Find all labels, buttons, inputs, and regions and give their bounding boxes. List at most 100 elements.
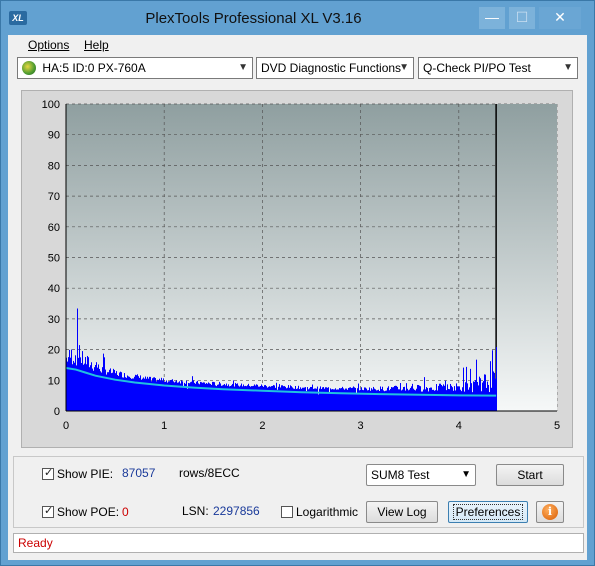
pi-bar <box>425 389 426 411</box>
pi-bar <box>163 378 164 411</box>
drive-select[interactable]: HA:5 ID:0 PX-760A ▼ <box>17 57 253 79</box>
close-button[interactable]: ✕ <box>539 7 581 29</box>
maximize-button[interactable]: ☐ <box>509 7 535 29</box>
pi-bar <box>147 376 148 411</box>
pi-bar <box>176 380 177 411</box>
pi-bar <box>72 364 73 411</box>
pi-bar <box>465 382 466 411</box>
y-tick-label: 0 <box>54 406 60 418</box>
show-poe-checkbox[interactable] <box>42 504 54 518</box>
pi-bar <box>329 393 330 411</box>
pi-bar <box>197 380 198 411</box>
pi-bar <box>453 390 454 411</box>
pi-bar <box>455 390 456 411</box>
pi-bar <box>374 388 375 411</box>
preferences-button[interactable]: Preferences <box>448 501 528 523</box>
pi-bar <box>375 389 376 411</box>
pi-bar <box>444 385 445 411</box>
pi-bar <box>228 384 229 411</box>
pi-bar <box>272 385 273 411</box>
pi-bar <box>99 368 100 411</box>
pi-bar <box>366 388 367 411</box>
pi-bar <box>141 379 142 411</box>
pi-bar <box>457 386 458 411</box>
pi-error-chart: 0 10 20 30 40 50 60 70 80 90 100 0 1 2 3 4 5 <box>42 99 560 432</box>
pi-bar <box>330 388 331 411</box>
start-button[interactable]: Start <box>496 464 564 486</box>
pi-bar <box>79 345 80 411</box>
function-select[interactable]: DVD Diagnostic Functions ▼ <box>256 57 414 79</box>
pi-bar <box>241 383 242 411</box>
pi-bar <box>485 374 486 411</box>
pi-bar <box>220 383 221 411</box>
pi-bar <box>450 383 451 411</box>
pi-bar <box>237 383 238 411</box>
logarithmic-checkbox[interactable] <box>281 506 293 518</box>
app-window: XL PlexTools Professional XL V3.16 — ☐ ✕… <box>0 0 595 566</box>
pi-bar <box>354 387 355 411</box>
pi-bar <box>325 387 326 411</box>
pi-bar <box>365 387 366 411</box>
pi-bar <box>486 387 487 411</box>
pi-bar <box>322 387 323 411</box>
pi-bar <box>418 385 419 411</box>
pi-bar <box>371 388 372 411</box>
pi-bar <box>406 383 407 411</box>
pi-bar <box>442 386 443 411</box>
view-log-button[interactable]: View Log <box>366 501 438 523</box>
pi-bar <box>305 387 306 411</box>
pi-bar <box>382 386 383 411</box>
show-pie-checkbox[interactable] <box>42 466 54 480</box>
pi-bar <box>191 381 192 411</box>
y-tick-label: 40 <box>48 283 60 295</box>
pi-bar <box>243 384 244 411</box>
pi-bar <box>80 357 81 411</box>
pi-bar <box>438 385 439 411</box>
pi-bar <box>204 382 205 411</box>
pi-bar <box>300 387 301 411</box>
pi-bar <box>402 389 403 411</box>
pi-bar <box>103 353 104 411</box>
pi-bar <box>417 384 418 411</box>
pi-bar <box>440 383 441 411</box>
pi-bar <box>69 349 70 411</box>
pi-bar <box>291 386 292 411</box>
pi-bar <box>125 377 126 411</box>
pi-bar <box>447 384 448 411</box>
pi-bar <box>182 381 183 411</box>
pi-bar <box>467 383 468 411</box>
pi-bar <box>411 386 412 411</box>
pi-bar <box>261 384 262 411</box>
pi-bar <box>283 386 284 411</box>
minimize-button[interactable]: — <box>479 7 505 29</box>
pi-bar <box>490 361 491 411</box>
pi-bar <box>420 386 421 411</box>
pi-bar <box>434 390 435 411</box>
pi-bar <box>224 383 225 411</box>
pi-bar <box>183 387 184 411</box>
pi-bar <box>235 382 236 411</box>
info-button[interactable]: i <box>536 501 564 523</box>
menu-help[interactable]: Help <box>84 38 109 52</box>
pi-bar <box>208 382 209 411</box>
pi-bar <box>381 389 382 411</box>
pi-bar <box>281 385 282 411</box>
pi-bar <box>126 377 127 411</box>
pi-bar <box>396 385 397 411</box>
pi-bar <box>353 386 354 411</box>
pi-bar <box>75 355 76 411</box>
pi-bar <box>462 387 463 411</box>
pi-bar <box>339 388 340 411</box>
pi-bar <box>346 388 347 411</box>
pi-bar <box>76 365 77 411</box>
menu-options[interactable]: Options <box>28 38 69 52</box>
pi-bar <box>433 389 434 411</box>
chevron-down-icon: ▼ <box>238 62 248 73</box>
logarithmic-label: Logarithmic <box>296 505 359 519</box>
pi-bar <box>341 388 342 411</box>
pi-bar <box>413 388 414 411</box>
x-tick-label: 5 <box>554 420 560 432</box>
test-select[interactable]: Q-Check PI/PO Test ▼ <box>418 57 578 79</box>
sum-test-select[interactable]: SUM8 Test ▼ <box>366 464 476 486</box>
pi-bar <box>279 384 280 411</box>
